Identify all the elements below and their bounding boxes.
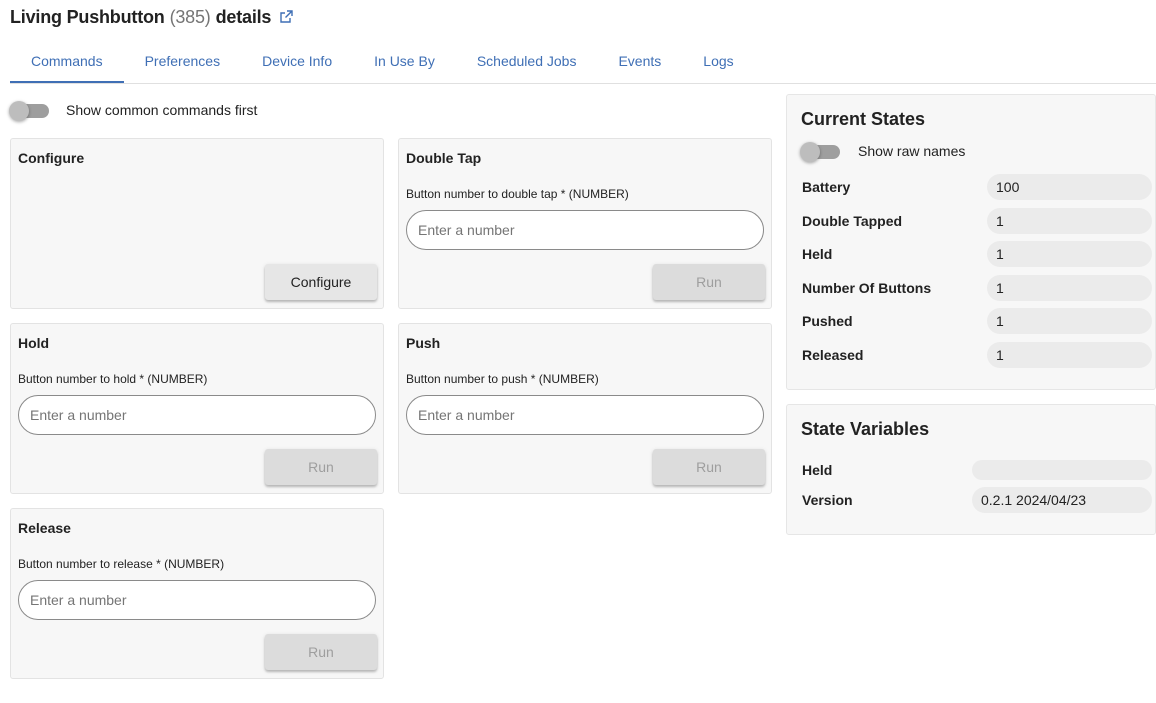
field-label: Button number to push * (NUMBER) [406, 372, 599, 386]
release-number-input[interactable] [18, 580, 376, 620]
state-value: 1 [987, 342, 1152, 368]
hold-number-input[interactable] [18, 395, 376, 435]
device-id: (385) [169, 6, 211, 27]
push-number-input[interactable] [406, 395, 764, 435]
state-variable-value [972, 460, 1152, 480]
hold-run-button[interactable]: Run [265, 449, 377, 485]
state-row: Held 1 [802, 241, 1155, 267]
state-variable-row: Held [802, 457, 1155, 483]
field-label: Button number to double tap * (NUMBER) [406, 187, 629, 201]
command-title: Double Tap [406, 150, 482, 166]
command-title: Release [18, 520, 71, 536]
common-commands-toggle-label: Show common commands first [66, 102, 258, 118]
tab-logs[interactable]: Logs [682, 40, 754, 83]
tab-in-use-by[interactable]: In Use By [353, 40, 456, 83]
tab-scheduled-jobs[interactable]: Scheduled Jobs [456, 40, 598, 83]
state-value: 1 [987, 208, 1152, 234]
tab-events[interactable]: Events [597, 40, 682, 83]
command-card-double-tap: Double Tap Button number to double tap *… [398, 138, 772, 309]
push-run-button[interactable]: Run [653, 449, 765, 485]
double-tap-run-button[interactable]: Run [653, 264, 765, 300]
tab-commands[interactable]: Commands [10, 40, 124, 83]
state-name: Held [802, 246, 833, 262]
state-name: Double Tapped [802, 213, 903, 229]
tab-device-info[interactable]: Device Info [241, 40, 353, 83]
command-card-push: Push Button number to push * (NUMBER) Ru… [398, 323, 772, 494]
state-row: Released 1 [802, 342, 1155, 368]
raw-names-toggle-label: Show raw names [858, 143, 966, 159]
state-variable-name: Held [802, 462, 833, 478]
state-variables-panel: State Variables Held Version 0.2.1 2024/… [786, 404, 1156, 535]
state-value: 1 [987, 308, 1152, 334]
state-row: Battery 100 [802, 174, 1155, 200]
state-value: 100 [987, 174, 1152, 200]
device-name: Living Pushbutton [10, 6, 165, 27]
state-name: Pushed [802, 313, 853, 329]
raw-names-toggle[interactable] [800, 142, 840, 162]
field-label: Button number to release * (NUMBER) [18, 557, 225, 571]
state-variable-value: 0.2.1 2024/04/23 [972, 487, 1152, 513]
state-name: Released [802, 347, 864, 363]
state-name: Battery [802, 179, 851, 195]
current-states-panel: Current States Show raw names Battery 10… [786, 94, 1156, 390]
state-row: Pushed 1 [802, 308, 1155, 334]
command-card-configure: Configure Configure [10, 138, 384, 309]
command-title: Hold [18, 335, 50, 351]
command-title: Configure [18, 150, 85, 166]
tab-bar: Commands Preferences Device Info In Use … [10, 40, 1156, 84]
state-value: 1 [987, 241, 1152, 267]
title-suffix: details [215, 6, 272, 27]
current-states-title: Current States [801, 109, 926, 129]
state-variables-title: State Variables [801, 419, 930, 439]
state-variable-row: Version 0.2.1 2024/04/23 [802, 487, 1155, 513]
configure-button[interactable]: Configure [265, 264, 377, 300]
double-tap-number-input[interactable] [406, 210, 764, 250]
command-card-release: Release Button number to release * (NUMB… [10, 508, 384, 679]
release-run-button[interactable]: Run [265, 634, 377, 670]
page-title: Living Pushbutton (385) details [10, 6, 294, 28]
command-title: Push [406, 335, 441, 351]
field-label: Button number to hold * (NUMBER) [18, 372, 208, 386]
common-commands-toggle[interactable] [9, 101, 49, 121]
state-value: 1 [987, 275, 1152, 301]
tab-preferences[interactable]: Preferences [124, 40, 241, 83]
state-row: Double Tapped 1 [802, 208, 1155, 234]
command-card-hold: Hold Button number to hold * (NUMBER) Ru… [10, 323, 384, 494]
state-row: Number Of Buttons 1 [802, 275, 1155, 301]
external-link-icon[interactable] [278, 9, 294, 25]
state-name: Number Of Buttons [802, 280, 932, 296]
state-variable-name: Version [802, 492, 853, 508]
